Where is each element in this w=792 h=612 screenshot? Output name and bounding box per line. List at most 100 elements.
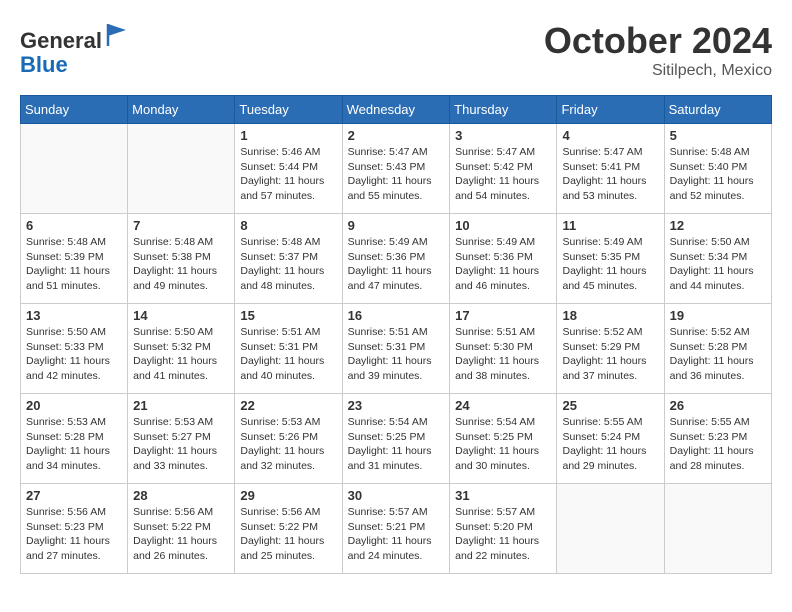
calendar-cell: 10 Sunrise: 5:49 AM Sunset: 5:36 PM Dayli… [450, 214, 557, 304]
day-number: 30 [348, 488, 445, 503]
day-info: Sunrise: 5:52 AM Sunset: 5:29 PM Dayligh… [562, 325, 658, 384]
day-number: 1 [240, 128, 336, 143]
calendar-cell: 9 Sunrise: 5:49 AM Sunset: 5:36 PM Daylig… [342, 214, 450, 304]
logo-blue-text: Blue [20, 52, 68, 77]
calendar-table: SundayMondayTuesdayWednesdayThursdayFrid… [20, 95, 772, 574]
calendar-cell: 28Sunrise: 5:56 AM Sunset: 5:22 PM Dayli… [128, 484, 235, 574]
calendar-cell: 23Sunrise: 5:54 AM Sunset: 5:25 PM Dayli… [342, 394, 450, 484]
calendar-cell [128, 124, 235, 214]
week-row-5: 27 Sunrise: 5:56 AM Sunset: 5:23 PM Dayli… [21, 484, 772, 574]
logo: General Blue [20, 20, 132, 77]
calendar-cell: 21Sunrise: 5:53 AM Sunset: 5:27 PM Dayli… [128, 394, 235, 484]
week-row-1: 1 Sunrise: 5:46 AM Sunset: 5:44 PM Daylig… [21, 124, 772, 214]
calendar-cell: 14 Sunrise: 5:50 AM Sunset: 5:32 PM Dayli… [128, 304, 235, 394]
day-info: Sunrise: 5:48 AM Sunset: 5:39 PM Dayligh… [26, 235, 122, 294]
day-number: 19 [670, 308, 766, 323]
day-number: 14 [133, 308, 229, 323]
day-number: 25 [562, 398, 658, 413]
day-number: 31 [455, 488, 551, 503]
page-header: General Blue October 2024 Sitilpech, Mex… [20, 20, 772, 80]
calendar-cell: 7 Sunrise: 5:48 AM Sunset: 5:38 PM Daylig… [128, 214, 235, 304]
day-number: 28 [133, 488, 229, 503]
calendar-cell: 17Sunrise: 5:51 AM Sunset: 5:30 PM Dayli… [450, 304, 557, 394]
day-number: 11 [562, 218, 658, 233]
day-info: Sunrise: 5:53 AM Sunset: 5:28 PM Dayligh… [26, 415, 122, 474]
day-number: 27 [26, 488, 122, 503]
week-row-3: 13Sunrise: 5:50 AM Sunset: 5:33 PM Dayli… [21, 304, 772, 394]
day-number: 23 [348, 398, 445, 413]
day-info: Sunrise: 5:51 AM Sunset: 5:31 PM Dayligh… [240, 325, 336, 384]
location: Sitilpech, Mexico [544, 62, 772, 80]
calendar-cell: 5 Sunrise: 5:48 AM Sunset: 5:40 PM Daylig… [664, 124, 771, 214]
month-title: October 2024 [544, 20, 772, 62]
day-info: Sunrise: 5:47 AM Sunset: 5:43 PM Dayligh… [348, 145, 445, 204]
day-number: 29 [240, 488, 336, 503]
day-info: Sunrise: 5:52 AM Sunset: 5:28 PM Dayligh… [670, 325, 766, 384]
day-number: 8 [240, 218, 336, 233]
day-info: Sunrise: 5:55 AM Sunset: 5:23 PM Dayligh… [670, 415, 766, 474]
day-number: 18 [562, 308, 658, 323]
week-row-2: 6Sunrise: 5:48 AM Sunset: 5:39 PM Daylig… [21, 214, 772, 304]
day-number: 7 [133, 218, 229, 233]
day-number: 4 [562, 128, 658, 143]
calendar-body: 1 Sunrise: 5:46 AM Sunset: 5:44 PM Daylig… [21, 124, 772, 574]
day-info: Sunrise: 5:49 AM Sunset: 5:35 PM Dayligh… [562, 235, 658, 294]
calendar-cell: 4Sunrise: 5:47 AM Sunset: 5:41 PM Daylig… [557, 124, 664, 214]
week-row-4: 20Sunrise: 5:53 AM Sunset: 5:28 PM Dayli… [21, 394, 772, 484]
logo-flag-icon [104, 20, 132, 48]
day-info: Sunrise: 5:56 AM Sunset: 5:22 PM Dayligh… [240, 505, 336, 564]
calendar-cell: 11 Sunrise: 5:49 AM Sunset: 5:35 PM Dayli… [557, 214, 664, 304]
day-info: Sunrise: 5:53 AM Sunset: 5:27 PM Dayligh… [133, 415, 229, 474]
day-number: 13 [26, 308, 122, 323]
day-info: Sunrise: 5:50 AM Sunset: 5:32 PM Dayligh… [133, 325, 229, 384]
day-info: Sunrise: 5:56 AM Sunset: 5:23 PM Dayligh… [26, 505, 122, 564]
day-number: 9 [348, 218, 445, 233]
day-info: Sunrise: 5:53 AM Sunset: 5:26 PM Dayligh… [240, 415, 336, 474]
day-number: 24 [455, 398, 551, 413]
day-info: Sunrise: 5:48 AM Sunset: 5:40 PM Dayligh… [670, 145, 766, 204]
weekday-friday: Friday [557, 96, 664, 124]
day-number: 5 [670, 128, 766, 143]
calendar-cell: 15 Sunrise: 5:51 AM Sunset: 5:31 PM Dayli… [235, 304, 342, 394]
weekday-tuesday: Tuesday [235, 96, 342, 124]
day-info: Sunrise: 5:51 AM Sunset: 5:30 PM Dayligh… [455, 325, 551, 384]
calendar-cell: 27 Sunrise: 5:56 AM Sunset: 5:23 PM Dayli… [21, 484, 128, 574]
day-info: Sunrise: 5:50 AM Sunset: 5:34 PM Dayligh… [670, 235, 766, 294]
day-number: 12 [670, 218, 766, 233]
day-number: 2 [348, 128, 445, 143]
calendar-cell: 6Sunrise: 5:48 AM Sunset: 5:39 PM Daylig… [21, 214, 128, 304]
calendar-cell [557, 484, 664, 574]
weekday-sunday: Sunday [21, 96, 128, 124]
day-info: Sunrise: 5:48 AM Sunset: 5:38 PM Dayligh… [133, 235, 229, 294]
day-info: Sunrise: 5:49 AM Sunset: 5:36 PM Dayligh… [455, 235, 551, 294]
calendar-cell: 20Sunrise: 5:53 AM Sunset: 5:28 PM Dayli… [21, 394, 128, 484]
day-info: Sunrise: 5:57 AM Sunset: 5:21 PM Dayligh… [348, 505, 445, 564]
calendar-cell: 30 Sunrise: 5:57 AM Sunset: 5:21 PM Dayli… [342, 484, 450, 574]
weekday-saturday: Saturday [664, 96, 771, 124]
day-number: 15 [240, 308, 336, 323]
calendar-cell: 3 Sunrise: 5:47 AM Sunset: 5:42 PM Daylig… [450, 124, 557, 214]
day-info: Sunrise: 5:48 AM Sunset: 5:37 PM Dayligh… [240, 235, 336, 294]
calendar-cell: 31Sunrise: 5:57 AM Sunset: 5:20 PM Dayli… [450, 484, 557, 574]
calendar-cell: 26 Sunrise: 5:55 AM Sunset: 5:23 PM Dayli… [664, 394, 771, 484]
calendar-cell: 8 Sunrise: 5:48 AM Sunset: 5:37 PM Daylig… [235, 214, 342, 304]
calendar-cell: 22Sunrise: 5:53 AM Sunset: 5:26 PM Dayli… [235, 394, 342, 484]
logo-general-text: General [20, 28, 102, 53]
title-area: October 2024 Sitilpech, Mexico [544, 20, 772, 80]
calendar-cell: 13Sunrise: 5:50 AM Sunset: 5:33 PM Dayli… [21, 304, 128, 394]
calendar-cell: 16Sunrise: 5:51 AM Sunset: 5:31 PM Dayli… [342, 304, 450, 394]
day-number: 26 [670, 398, 766, 413]
day-info: Sunrise: 5:49 AM Sunset: 5:36 PM Dayligh… [348, 235, 445, 294]
calendar-cell: 29 Sunrise: 5:56 AM Sunset: 5:22 PM Dayli… [235, 484, 342, 574]
day-info: Sunrise: 5:46 AM Sunset: 5:44 PM Dayligh… [240, 145, 336, 204]
weekday-header-row: SundayMondayTuesdayWednesdayThursdayFrid… [21, 96, 772, 124]
day-info: Sunrise: 5:55 AM Sunset: 5:24 PM Dayligh… [562, 415, 658, 474]
calendar-cell: 24Sunrise: 5:54 AM Sunset: 5:25 PM Dayli… [450, 394, 557, 484]
day-number: 16 [348, 308, 445, 323]
calendar-cell [664, 484, 771, 574]
day-info: Sunrise: 5:47 AM Sunset: 5:42 PM Dayligh… [455, 145, 551, 204]
day-number: 3 [455, 128, 551, 143]
calendar-cell [21, 124, 128, 214]
day-number: 10 [455, 218, 551, 233]
weekday-wednesday: Wednesday [342, 96, 450, 124]
